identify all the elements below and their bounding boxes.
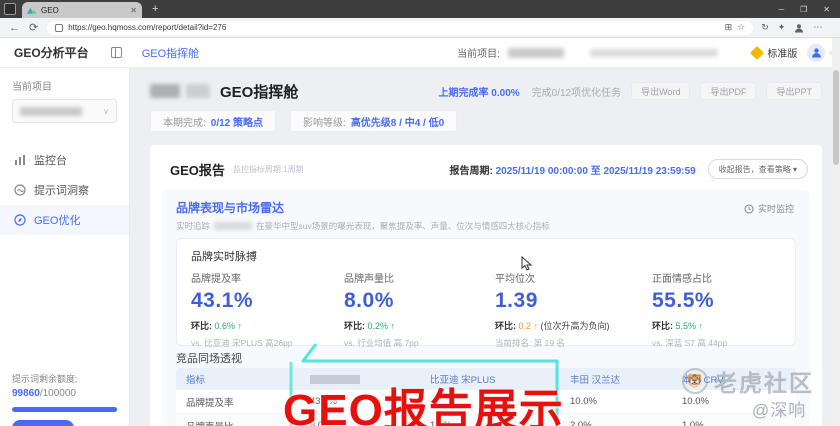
sidebar-item-prompt-insight[interactable]: 提示词洞察 [0,175,129,205]
window-close-icon[interactable]: ✕ [823,5,830,14]
rewards-icon[interactable]: ✦ [778,22,786,33]
page-scrollbar-thumb[interactable] [833,70,839,165]
window-maximize-icon[interactable]: ❐ [800,5,807,14]
radar-section-title: 品牌表现与市场雷达 [176,199,796,216]
platform-title: GEO分析平台 [14,44,89,61]
tab-search-icon[interactable] [4,3,16,15]
side-panel-icon[interactable]: ⊞ [725,22,733,33]
sidebar-collapse-icon[interactable] [111,47,122,58]
collapse-report-button[interactable]: 收起报告，查看策略 ▾ [708,159,808,179]
new-tab-icon[interactable]: + [152,3,158,15]
chip-current-progress: 本期完成: 0/12 策略点 [150,110,276,132]
report-period-label: 报告周期: [449,166,492,177]
bar-chart-icon [14,154,26,166]
report-title: GEO报告 [170,160,225,179]
metric-avg-rank: 平均位次 1.39 环比: 0.2 ↑ (位次升高为负向) 当前排名: 第 19… [495,270,652,349]
project-select-value-blurred [20,107,82,116]
address-bar[interactable]: https://geo.hqmoss.com/report/detail?id=… [47,21,753,35]
insight-icon [14,184,26,196]
sidebar-item-label: 提示词洞察 [34,182,89,198]
app-header: GEO分析平台 GEO指挥舱 当前项目: 标准版 › [0,38,840,68]
site-favicon-icon [27,6,37,14]
browser-urlbar: ← ⟳ https://geo.hqmoss.com/report/detail… [0,18,840,38]
export-pdf-button[interactable]: 导出PDF [700,82,756,100]
project-meta-blurred [590,49,718,57]
metric-voice-share: 品牌声量比 8.0% 环比: 0.2% ↑ vs. 行业均值 高 7pp [344,270,495,349]
export-ppt-button[interactable]: 导出PPT [766,82,822,100]
chevron-down-icon: ∨ [103,107,109,116]
brand-pulse-card: 品牌实时脉搏 品牌提及率 43.1% 环比: 0.6% ↑ vs. 比亚迪 宋P… [176,238,796,346]
export-word-button[interactable]: 导出Word [631,82,690,100]
project-select[interactable]: ∨ [12,99,117,123]
metric-positive-sentiment: 正面情感占比 55.5% 环比: 5.5% ↑ vs. 深蓝 S7 高 44pp [652,270,811,349]
mouse-cursor [521,256,533,272]
sidebar-item-label: 监控台 [34,152,67,168]
site-info-icon[interactable] [55,24,63,32]
sidebar-project-label: 当前项目 [12,78,129,93]
browser-tab[interactable]: GEO ✕ [22,2,142,18]
window-minimize-icon[interactable]: ─ [778,5,784,14]
prev-period-rate: 上期完成率 0.00% [439,84,520,99]
user-avatar[interactable] [807,44,825,62]
sidebar-item-monitor[interactable]: 监控台 [0,145,129,175]
pulse-title: 品牌实时脉搏 [191,248,795,264]
realtime-monitor-button[interactable]: 实时监控 [744,202,794,215]
url-text: https://geo.hqmoss.com/report/detail?id=… [68,23,719,32]
tiger-icon: 🐯 [682,368,708,394]
quota-progress-fill [12,407,117,412]
current-project-value-blurred [508,48,564,58]
compass-icon [14,214,26,226]
sidebar-item-label: GEO优化 [34,212,80,228]
plan-badge: 标准版 [752,45,797,60]
bookmark-star-icon[interactable]: ☆ [737,22,745,33]
task-progress-text: 完成0/12项优化任务 [532,84,621,99]
refresh-icon[interactable]: ⟳ [29,21,38,34]
brand-name-blurred-3 [214,222,252,230]
red-watermark-text: GEO报告展示 [283,374,564,426]
competitor-section-title: 竞品同场透视 [176,350,242,366]
author-watermark: @深响 [752,396,806,421]
tiger-community-watermark: 🐯 老虎社区 [682,364,814,398]
quota-block: 提示词剩余额度: 99860/100000 [12,372,118,426]
current-project-label: 当前项目: [457,45,500,60]
chip-impact-level: 影响等级: 高优先级8 / 中4 / 低0 [290,110,457,132]
quota-numbers: 99860/100000 [12,388,118,399]
brand-name-blurred-2 [186,84,210,98]
browser-tabbar: GEO ✕ + ─ ❐ ✕ [0,0,840,18]
radar-description: 实时追踪 在豪华中型suv场景的曝光表现，聚焦提及率、声量、位次与情感四大核心指… [176,220,796,232]
sync-icon[interactable]: ↻ [761,22,769,33]
screenshot-stage: GEO ✕ + ─ ❐ ✕ ← ⟳ https://geo.hqmoss.com… [0,0,840,426]
tab-close-icon[interactable]: ✕ [130,6,137,15]
back-icon[interactable]: ← [9,22,20,34]
metric-mention-rate: 品牌提及率 43.1% 环比: 0.6% ↑ vs. 比亚迪 宋PLUS 高26… [191,270,344,349]
brand-name-blurred [150,84,180,98]
profile-icon[interactable] [794,23,804,33]
report-subtitle: 监控指标周期:1周期 [233,164,304,175]
nav-geo-cockpit[interactable]: GEO指挥舱 [142,45,199,61]
sidebar-item-geo-optimize[interactable]: GEO优化 [0,205,129,235]
quota-progress-bar [12,407,118,412]
clock-icon [744,204,754,214]
sidebar: 当前项目 ∨ 监控台 提示词洞察 GEO优化 提示词剩余额度: 99860/10… [0,68,130,426]
tab-title: GEO [41,6,126,15]
quota-label: 提示词剩余额度: [12,372,118,385]
report-period-value: 2025/11/19 00:00:00 至 2025/11/19 23:59:5… [496,166,696,177]
page-title: GEO指挥舱 [220,81,298,102]
browser-menu-icon[interactable]: ⋯ [813,22,822,33]
quota-button-partial[interactable] [12,420,74,426]
gold-gem-icon [750,45,764,59]
